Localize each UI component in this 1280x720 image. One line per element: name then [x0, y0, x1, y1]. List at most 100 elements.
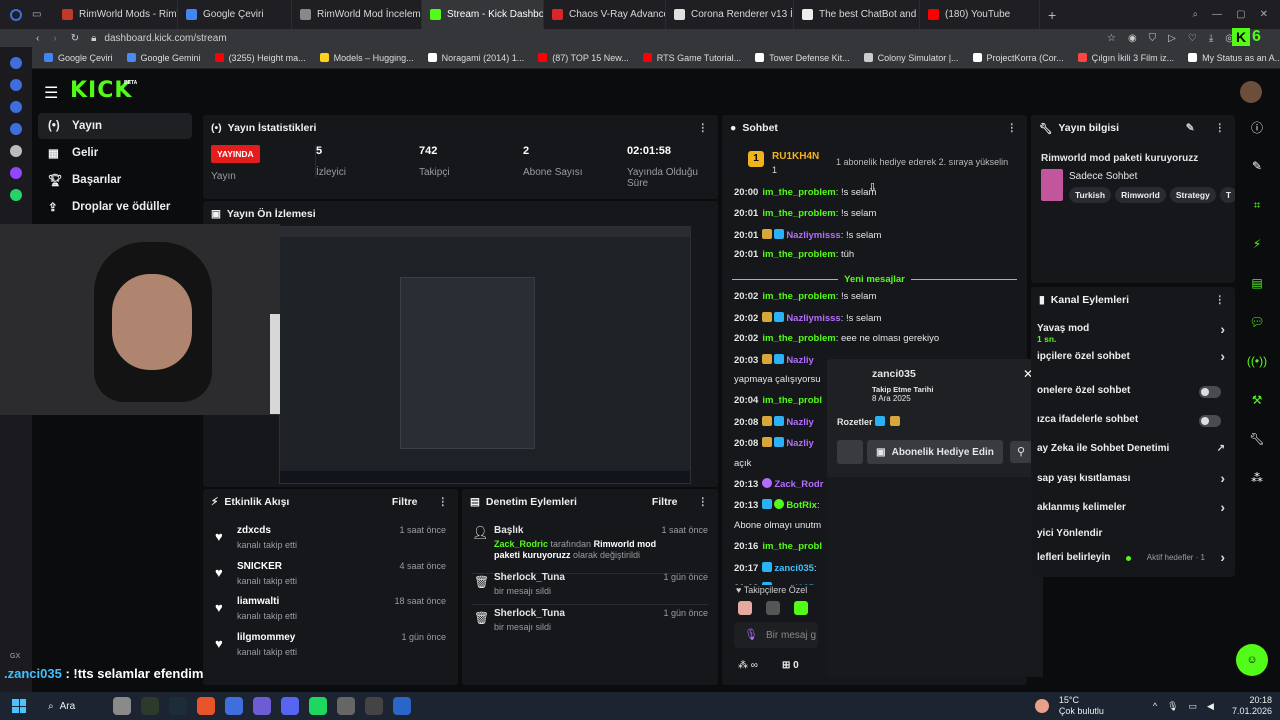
forward-icon[interactable]: › [53, 33, 56, 44]
bookmark-icon[interactable]: ☆ [1107, 33, 1116, 44]
clock[interactable]: 20:18 7.01.2026 [1232, 695, 1272, 717]
bookmark-item[interactable]: Çılgın İkili 3 Film iz... [1077, 53, 1174, 63]
chat-message[interactable]: 20:02 Nazliymisss: !s selam [734, 312, 881, 324]
channel-action-row[interactable]: Yavaş mod 1 sn. › [1037, 321, 1225, 344]
filter-button[interactable]: Filtre [392, 496, 418, 508]
substance-designer-icon[interactable] [169, 697, 187, 715]
channel-action-row[interactable]: yici Yönlendir [1037, 528, 1225, 548]
chat-username[interactable]: im_the_problem [762, 333, 835, 344]
browser-tab[interactable]: RimWorld Mod İncelemesi [292, 0, 422, 29]
bookmark-item[interactable]: (87) TOP 15 New... [538, 53, 629, 63]
chevron-right-icon[interactable]: › [1220, 321, 1225, 337]
chat-username[interactable]: im_the_probl [762, 395, 822, 406]
info-icon[interactable]: ⓘ [1244, 115, 1270, 139]
notes-icon[interactable]: ▤ [1244, 271, 1270, 295]
sidebar-diamond-icon[interactable] [10, 79, 22, 91]
discord-icon[interactable] [281, 697, 299, 715]
chat-input[interactable]: 🎙︎ Bir mesaj g [734, 622, 818, 648]
chat-username[interactable]: Nazliy [786, 417, 813, 428]
stream-preview-video[interactable] [279, 226, 691, 484]
toggle-switch[interactable] [1199, 415, 1221, 427]
tag-chip[interactable]: Turkish [1069, 187, 1112, 203]
camera-icon[interactable]: ◉ [1128, 33, 1137, 44]
obs-icon[interactable] [365, 697, 383, 715]
channel-action-row[interactable]: onelere özel sohbet [1037, 385, 1225, 405]
browser-tab[interactable]: RimWorld Mods - RimWorld [54, 0, 178, 29]
activity-item[interactable]: ♥ zdxcds kanalı takip etti 1 saat önce [211, 523, 450, 557]
lightning-icon[interactable]: ⚡︎ [1244, 232, 1270, 256]
chat-message[interactable]: 20:02 im_the_problem: eee ne olması gerek… [734, 333, 939, 344]
points-display[interactable]: ⊞ 0 [782, 660, 799, 671]
chat-message[interactable]: 20:03 Nazliy [734, 353, 814, 366]
nav-item-0[interactable]: (•) Yayın [38, 113, 192, 139]
browser-tab[interactable]: Chaos V-Ray Advanced F [544, 0, 666, 29]
activity-user[interactable]: liamwalti [237, 596, 279, 607]
windows-start-icon[interactable] [12, 699, 26, 713]
chat-username[interactable]: im_the_problem [762, 208, 835, 219]
activity-user[interactable]: zdxcds [237, 525, 271, 536]
avatar[interactable] [1240, 81, 1262, 103]
heart-icon[interactable]: ♡ [1188, 33, 1197, 44]
app-icon[interactable] [337, 697, 355, 715]
browser-tab[interactable]: The best ChatBot and Wid [794, 0, 920, 29]
chevron-right-icon[interactable]: › [1220, 499, 1225, 515]
filter-button[interactable]: Filtre [652, 496, 678, 508]
chat-username[interactable]: Nazliymisss [786, 230, 840, 241]
pencil-icon[interactable]: ✎ [1244, 154, 1270, 178]
opera-menu-icon[interactable] [0, 8, 32, 21]
chat-message[interactable]: 20:01 im_the_problem: tüh [734, 249, 854, 260]
mic-icon[interactable]: 🎙︎ [1167, 701, 1178, 712]
reload-icon[interactable]: ↻ [71, 33, 79, 44]
network-icon[interactable]: ▭ [1189, 701, 1198, 712]
external-link-icon[interactable]: ↗ [1217, 443, 1225, 454]
minimize-icon[interactable]: — [1212, 9, 1222, 20]
file-explorer-icon[interactable] [113, 697, 131, 715]
chat-message[interactable]: 20:17 zanci035: [734, 561, 817, 574]
tools-icon[interactable]: ⚒︎ [1244, 388, 1270, 412]
close-window-icon[interactable]: ✕ [1260, 9, 1268, 20]
chat-username[interactable]: im_the_problem [762, 249, 835, 260]
chat-username[interactable]: Zack_Rodr [774, 479, 823, 490]
taskbar-search[interactable]: ⌕ Ara [38, 695, 108, 717]
spotify-icon[interactable] [309, 697, 327, 715]
tab-overview-icon[interactable]: ▭ [32, 9, 54, 20]
broadcast-icon[interactable]: ((•)) [1244, 349, 1270, 373]
chat-message[interactable]: 20:02 im_the_problem: !s selam [734, 291, 876, 302]
download-icon[interactable]: ⤓ [1209, 33, 1213, 44]
channel-action-row[interactable]: ay Zeka ile Sohbet Denetimi ↗ [1037, 443, 1225, 463]
channel-action-row[interactable]: lefleri belirleyin Aktif hedefler · 1 › [1037, 549, 1225, 572]
activity-item[interactable]: ♥ SNICKER kanalı takip etti 4 saat önce [211, 559, 450, 593]
chat-message[interactable]: 20:13 Zack_Rodr [734, 478, 823, 490]
bookmark-item[interactable]: My Status as an A... [1188, 53, 1280, 63]
share-icon[interactable]: ⁂ [1244, 466, 1270, 490]
chat-message[interactable]: 20:01 im_the_problem: !s selam [734, 208, 876, 219]
toggle-switch[interactable] [1199, 386, 1221, 398]
browser-tab[interactable]: (180) YouTube [920, 0, 1040, 29]
brave-icon[interactable] [197, 697, 215, 715]
sidebar-diamond-icon[interactable] [10, 101, 22, 113]
more-icon[interactable]: ⋮ [698, 496, 709, 508]
chat-username[interactable]: im_the_problem [762, 187, 835, 198]
bookmark-item[interactable]: Google Çeviri [44, 53, 113, 63]
substance-painter-icon[interactable] [141, 697, 159, 715]
chevron-right-icon[interactable]: › [1220, 470, 1225, 486]
support-icon[interactable]: ☺ [1236, 644, 1268, 676]
more-icon[interactable]: ⋮ [438, 496, 449, 508]
tag-chip[interactable]: T [1219, 187, 1235, 203]
more-icon[interactable]: ⋮ [698, 122, 709, 134]
tray-chevron-icon[interactable]: ^ [1153, 701, 1157, 711]
activity-user[interactable]: lilgmommey [237, 632, 295, 643]
browser-tab[interactable]: Stream - Kick Dashboard [422, 0, 544, 29]
chat-username[interactable]: BotRix [786, 500, 817, 511]
edit-icon[interactable]: ✎ [1186, 122, 1195, 134]
leaderboard-user[interactable]: RU1KH4N [772, 151, 819, 162]
app-icon[interactable] [253, 697, 271, 715]
sidebar-twitch-icon[interactable] [10, 167, 22, 179]
chevron-right-icon[interactable]: › [1220, 348, 1225, 364]
back-icon[interactable]: ‹ [36, 33, 39, 44]
activity-item[interactable]: ♥ liamwalti kanalı takip etti 18 saat önce [211, 594, 450, 628]
tag-chip[interactable]: Strategy [1169, 187, 1216, 203]
sidebar-diamond-icon[interactable] [10, 123, 22, 135]
chat-message[interactable]: 20:08 Nazliy [734, 436, 814, 449]
scan-icon[interactable]: ⌗ [1244, 193, 1270, 217]
